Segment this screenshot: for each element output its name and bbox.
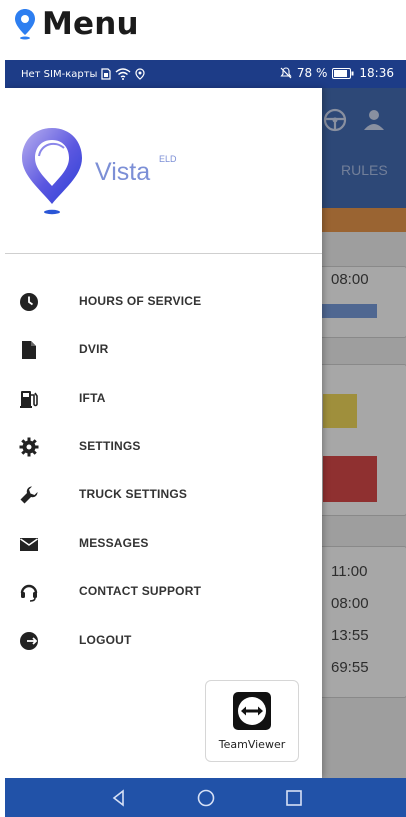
- menu-item-truck-settings[interactable]: TRUCK SETTINGS: [5, 474, 322, 516]
- menu-item-logout[interactable]: LOGOUT: [5, 620, 322, 662]
- menu-item-label: IFTA: [79, 391, 106, 405]
- phone-screen: Нет SIM-карты 78 % 18:36 RULES 08:00 11:…: [5, 60, 406, 817]
- location-icon: [135, 68, 146, 80]
- wifi-icon: [115, 68, 131, 80]
- teamviewer-button[interactable]: TeamViewer: [205, 680, 299, 762]
- fuel-pump-icon: [20, 391, 38, 408]
- page-header: Menu: [0, 0, 406, 56]
- drawer-header: Vista ELD: [5, 88, 322, 254]
- status-bar: Нет SIM-карты 78 % 18:36: [5, 60, 406, 88]
- menu-item-label: HOURS OF SERVICE: [79, 294, 202, 308]
- carrier-text: Нет SIM-карты: [21, 68, 98, 80]
- menu-item-label: TRUCK SETTINGS: [79, 487, 188, 501]
- battery-percent: 78 %: [296, 66, 328, 80]
- battery-icon: [332, 67, 354, 79]
- gear-icon: [19, 437, 39, 457]
- recents-icon[interactable]: [284, 788, 304, 808]
- clock-time: 18:36: [359, 66, 394, 80]
- vista-logo: [22, 128, 82, 215]
- menu-item-dvir[interactable]: DVIR: [5, 329, 322, 371]
- menu-item-label: CONTACT SUPPORT: [79, 584, 202, 598]
- brand-superscript: ELD: [159, 154, 177, 164]
- mute-icon: [280, 67, 292, 79]
- headset-icon: [20, 584, 38, 602]
- brand-name: Vista: [95, 158, 151, 186]
- teamviewer-label: TeamViewer: [218, 738, 286, 751]
- menu-item-label: MESSAGES: [79, 536, 149, 550]
- wrench-icon: [20, 486, 38, 504]
- menu-item-label: DVIR: [79, 342, 109, 356]
- menu-item-contact-support[interactable]: CONTACT SUPPORT: [5, 571, 322, 613]
- menu-item-hours-of-service[interactable]: HOURS OF SERVICE: [5, 281, 322, 323]
- envelope-icon: [20, 538, 38, 551]
- menu-item-ifta[interactable]: IFTA: [5, 378, 322, 420]
- menu-item-messages[interactable]: MESSAGES: [5, 523, 322, 565]
- document-icon: [22, 341, 36, 359]
- menu-item-label: SETTINGS: [79, 439, 141, 453]
- menu-item-settings[interactable]: SETTINGS: [5, 426, 322, 468]
- home-icon[interactable]: [196, 788, 216, 808]
- page-title: Menu: [42, 6, 139, 42]
- system-navigation-bar: [5, 778, 406, 817]
- menu-item-label: LOGOUT: [79, 633, 132, 647]
- location-pin-icon: [15, 9, 35, 40]
- back-icon[interactable]: [109, 788, 129, 808]
- clock-icon: [20, 293, 38, 311]
- sim-icon: [101, 68, 112, 80]
- teamviewer-icon: [233, 692, 271, 730]
- navigation-drawer: Vista ELD HOURS OF SERVICE DVIR IFTA SET…: [5, 88, 322, 778]
- logout-icon: [20, 632, 38, 650]
